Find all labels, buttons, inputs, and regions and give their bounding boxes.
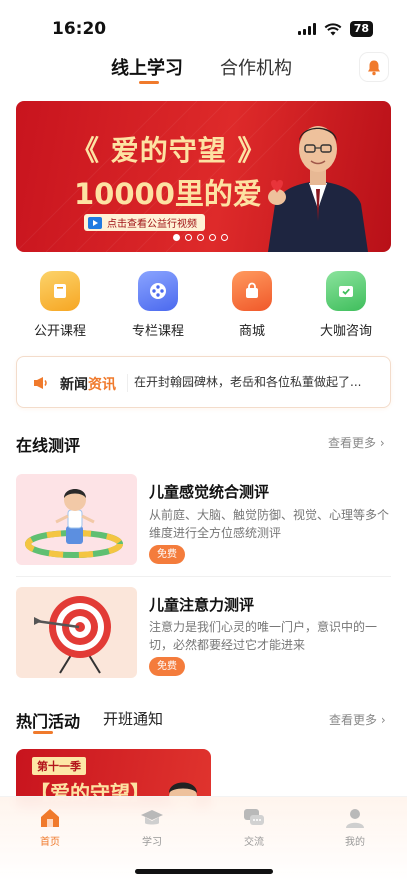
banner-person-photo (268, 126, 368, 252)
bell-icon (368, 60, 380, 75)
status-bar: 16:20 78 (0, 0, 407, 48)
free-badge: 免费 (149, 657, 185, 676)
banner-pagination (173, 234, 228, 241)
mail-check-icon (326, 271, 366, 311)
section-title-assessment: 在线测评 (16, 436, 81, 455)
megaphone-icon (34, 377, 47, 389)
card-title: 儿童注意力测评 (149, 596, 255, 614)
wifi-icon (324, 22, 342, 35)
quick-entry-label: 公开课程 (33, 324, 86, 339)
nav-label: 学习 (142, 837, 162, 848)
card-title: 儿童感觉统合测评 (149, 483, 270, 501)
news-divider (127, 374, 128, 392)
activity-season-tag: 第十一季 (32, 757, 86, 775)
status-icons: 78 (297, 21, 373, 37)
top-tab-bar: 线上学习 合作机构 (0, 52, 407, 86)
tab-class-notices[interactable]: 开班通知 (103, 708, 163, 729)
quick-entry-label: 专栏课程 (131, 324, 184, 339)
pagination-dot[interactable] (221, 234, 228, 241)
cellular-signal-icon (297, 23, 316, 35)
nav-label: 交流 (244, 837, 264, 848)
card-divider (16, 576, 391, 577)
pagination-dot[interactable] (197, 234, 204, 241)
banner-title: 《 爱的守望 》 (71, 134, 267, 167)
user-icon (346, 809, 364, 828)
nav-profile[interactable]: 我的 (325, 807, 385, 848)
quick-entry-public-courses[interactable]: 公开课程 (20, 271, 100, 339)
assessment-see-more-link[interactable]: 查看更多 › (328, 434, 385, 451)
chevron-right-icon: › (380, 713, 386, 727)
news-label: 新闻资讯 (60, 377, 116, 393)
card-description: 注意力是我们心灵的唯一门户，意识中的一切，必然都要经过它才能进来 (149, 620, 378, 652)
chevron-right-icon: › (379, 436, 385, 450)
attention-test-illustration (16, 587, 137, 678)
tab-online-learning[interactable]: 线上学习 (111, 54, 183, 80)
quick-entry-label: 大咖咨询 (319, 324, 372, 339)
chat-icon (244, 809, 264, 825)
nav-label: 我的 (345, 837, 365, 848)
news-ticker[interactable]: 新闻资讯 在开封翰园碑林，老岳和各位私董做起了... (16, 356, 391, 408)
assessment-card-attention[interactable]: 儿童注意力测评 注意力是我们心灵的唯一门户，意识中的一切，必然都要经过它才能进来… (16, 587, 391, 679)
free-badge: 免费 (149, 545, 185, 564)
banner-subtitle: 10000里的爱 (74, 177, 262, 211)
film-reel-icon (138, 271, 178, 311)
book-icon (40, 271, 80, 311)
sensory-test-illustration (16, 474, 137, 565)
nav-label: 首页 (40, 837, 60, 848)
home-icon (41, 809, 59, 827)
notification-button[interactable] (359, 52, 389, 82)
active-tab-indicator (139, 81, 159, 84)
nav-study[interactable]: 学习 (122, 807, 182, 848)
battery-indicator: 78 (349, 21, 373, 37)
quick-entry-grid: 公开课程 专栏课程 商城 大咖咨询 (0, 271, 407, 341)
assessment-card-sensory[interactable]: 儿童感觉统合测评 从前庭、大脑、触觉防御、视觉、心理等多个维度进行全方位感统测评… (16, 474, 391, 566)
quick-entry-label: 商城 (238, 324, 265, 339)
banner-cta-label: 点击查看公益行视频 (107, 219, 197, 230)
tab-partner-institutions[interactable]: 合作机构 (220, 54, 292, 80)
status-time: 16:20 (52, 19, 107, 39)
tab-hot-activities[interactable]: 热门活动 (16, 708, 80, 732)
shopping-bag-icon (232, 271, 272, 311)
pagination-dot[interactable] (209, 234, 216, 241)
graduation-cap-icon (141, 810, 163, 825)
active-tab-indicator (33, 731, 53, 734)
video-play-icon (88, 216, 102, 229)
banner-video-button[interactable]: 点击查看公益行视频 (84, 214, 205, 231)
nav-home[interactable]: 首页 (20, 807, 80, 848)
card-description: 从前庭、大脑、触觉防御、视觉、心理等多个维度进行全方位感统测评 (149, 508, 390, 540)
pagination-dot-active[interactable] (173, 234, 180, 241)
quick-entry-shop[interactable]: 商城 (212, 271, 292, 339)
promo-banner[interactable]: 《 爱的守望 》 10000里的爱 点击查看公益行视频 (16, 101, 391, 252)
quick-entry-column-courses[interactable]: 专栏课程 (118, 271, 198, 339)
nav-community[interactable]: 交流 (224, 807, 284, 848)
quick-entry-expert-consult[interactable]: 大咖咨询 (306, 271, 386, 339)
pagination-dot[interactable] (185, 234, 192, 241)
activities-see-more-link[interactable]: 查看更多 › (329, 711, 386, 728)
home-indicator (135, 869, 273, 874)
news-headline[interactable]: 在开封翰园碑林，老岳和各位私董做起了... (134, 373, 379, 390)
